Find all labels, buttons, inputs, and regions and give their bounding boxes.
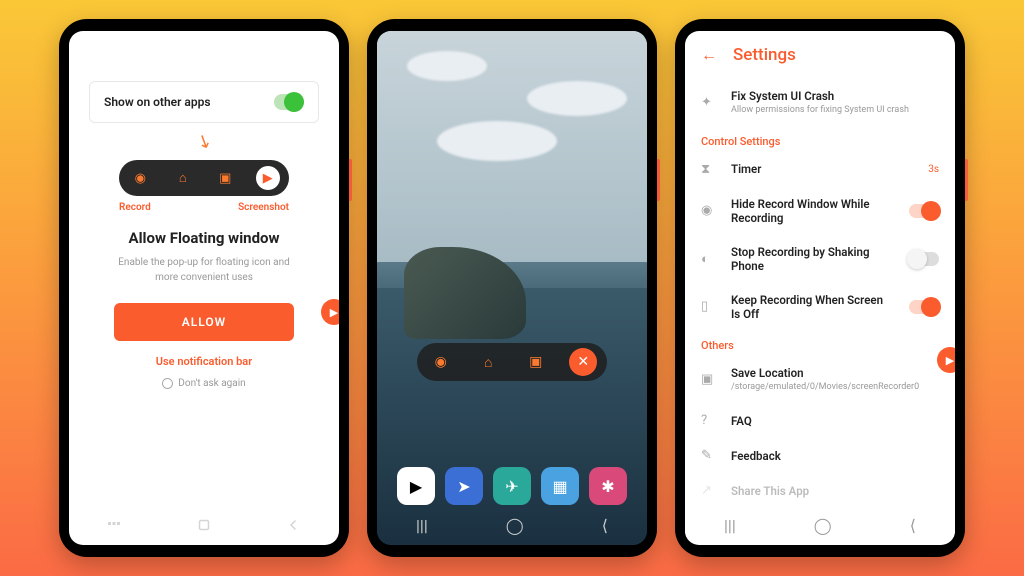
share-icon: ↗ xyxy=(701,483,717,498)
timer-icon: ⧗ xyxy=(701,162,717,177)
timer-label: Timer xyxy=(731,162,914,176)
dont-ask-again[interactable]: Don't ask again xyxy=(69,378,339,389)
side-floating-button[interactable]: ▶ xyxy=(321,299,339,325)
keep-recording-toggle[interactable] xyxy=(909,300,939,314)
hide-window-toggle[interactable] xyxy=(909,204,939,218)
timer-value: 3s xyxy=(928,164,939,175)
back-arrow-icon[interactable]: ← xyxy=(701,45,717,65)
record-icon[interactable]: ◉ xyxy=(427,348,455,376)
nav-home-icon[interactable] xyxy=(195,516,213,534)
screen-3: ← Settings ✦ Fix System UI Crash Allow p… xyxy=(685,31,955,545)
section-others: Others xyxy=(685,331,955,356)
fix-crash-title: Fix System UI Crash xyxy=(731,89,939,103)
app-asterisk[interactable]: ✱ xyxy=(589,467,627,505)
close-icon[interactable]: ✕ xyxy=(569,348,597,376)
nav-bar: ||| ◯ ⟨ xyxy=(685,513,955,537)
shake-stop-toggle[interactable] xyxy=(909,252,939,266)
row-feedback[interactable]: ✎ Feedback xyxy=(685,438,955,473)
shake-icon: ◐ xyxy=(701,251,717,267)
floating-recorder-bar[interactable]: ◉ ⌂ ▣ ✕ xyxy=(417,343,607,381)
home-icon[interactable]: ⌂ xyxy=(474,348,502,376)
dont-ask-label: Don't ask again xyxy=(178,378,245,389)
nav-recents-icon[interactable]: ||| xyxy=(724,516,736,535)
screen-2: ◉ ⌂ ▣ ✕ ▶ ➤ ✈ ▦ ✱ ||| ◯ ⟨ xyxy=(377,31,647,545)
nav-back-icon[interactable]: ⟨ xyxy=(602,516,608,535)
dialog-heading: Allow Floating window xyxy=(69,229,339,247)
wallpaper-sky xyxy=(377,31,647,262)
share-label: Share This App xyxy=(731,484,939,498)
phone-icon: ▯ xyxy=(701,299,717,314)
row-hide-window[interactable]: ◉ Hide Record Window While Recording xyxy=(685,187,955,235)
feedback-icon: ✎ xyxy=(701,448,717,463)
row-shake-stop[interactable]: ◐ Stop Recording by Shaking Phone xyxy=(685,235,955,283)
home-icon[interactable]: ⌂ xyxy=(171,166,195,190)
app-send-teal[interactable]: ✈ xyxy=(493,467,531,505)
dialog-subtitle: Enable the pop-up for floating icon and … xyxy=(69,255,339,285)
app-send-blue[interactable]: ➤ xyxy=(445,467,483,505)
nav-recents-icon[interactable]: ||| xyxy=(416,516,428,535)
nav-home-icon[interactable]: ◯ xyxy=(506,516,524,535)
nav-recents-icon[interactable] xyxy=(105,516,123,534)
settings-header: ← Settings xyxy=(685,31,955,79)
row-faq[interactable]: ? FAQ xyxy=(685,403,955,438)
wrench-icon: ✦ xyxy=(701,95,717,110)
folder-icon: ▣ xyxy=(701,372,717,387)
row-keep-recording[interactable]: ▯ Keep Recording When Screen Is Off xyxy=(685,283,955,331)
row-fix-crash[interactable]: ✦ Fix System UI Crash Allow permissions … xyxy=(685,79,955,127)
save-location-title: Save Location xyxy=(731,366,939,380)
feedback-label: Feedback xyxy=(731,449,939,463)
keep-recording-label: Keep Recording When Screen Is Off xyxy=(731,293,895,321)
radio-icon[interactable] xyxy=(162,378,173,389)
faq-label: FAQ xyxy=(731,414,939,428)
app-dock: ▶ ➤ ✈ ▦ ✱ xyxy=(377,467,647,505)
help-icon: ? xyxy=(701,413,717,428)
pill-labels: Record Screenshot xyxy=(119,202,289,213)
phone-frame-2: ◉ ⌂ ▣ ✕ ▶ ➤ ✈ ▦ ✱ ||| ◯ ⟨ xyxy=(367,19,657,557)
fix-crash-desc: Allow permissions for fixing System UI c… xyxy=(731,105,939,117)
save-location-path: /storage/emulated/0/Movies/screenRecorde… xyxy=(731,382,939,394)
app-qr[interactable]: ▦ xyxy=(541,467,579,505)
phone-frame-3: ← Settings ✦ Fix System UI Crash Allow p… xyxy=(675,19,965,557)
page-title: Settings xyxy=(733,45,796,65)
nav-bar xyxy=(69,513,339,537)
row-share[interactable]: ↗ Share This App xyxy=(685,473,955,508)
camera-icon[interactable]: ▣ xyxy=(522,348,550,376)
use-notification-link[interactable]: Use notification bar xyxy=(69,355,339,368)
label-record: Record xyxy=(119,202,151,213)
shake-stop-label: Stop Recording by Shaking Phone xyxy=(731,245,895,273)
record-icon[interactable]: ◉ xyxy=(128,166,152,190)
nav-home-icon[interactable]: ◯ xyxy=(814,516,832,535)
app-play-store[interactable]: ▶ xyxy=(397,467,435,505)
section-control: Control Settings xyxy=(685,127,955,152)
row-save-location[interactable]: ▣ Save Location /storage/emulated/0/Movi… xyxy=(685,356,955,404)
hide-window-label: Hide Record Window While Recording xyxy=(731,197,895,225)
camera-icon[interactable]: ▣ xyxy=(213,166,237,190)
overlay-toggle[interactable] xyxy=(274,94,304,110)
allow-button[interactable]: ALLOW xyxy=(114,303,294,341)
nav-back-icon[interactable]: ⟨ xyxy=(910,516,916,535)
phone-frame-1: Show on other apps ↘ ◉ ⌂ ▣ ▶ Record Scre… xyxy=(59,19,349,557)
nav-bar: ||| ◯ ⟨ xyxy=(377,516,647,535)
screen-1: Show on other apps ↘ ◉ ⌂ ▣ ▶ Record Scre… xyxy=(69,31,339,545)
label-screenshot: Screenshot xyxy=(238,202,289,213)
row-timer[interactable]: ⧗ Timer 3s xyxy=(685,152,955,187)
nav-back-icon[interactable] xyxy=(285,516,303,534)
eye-icon: ◉ xyxy=(701,203,717,218)
